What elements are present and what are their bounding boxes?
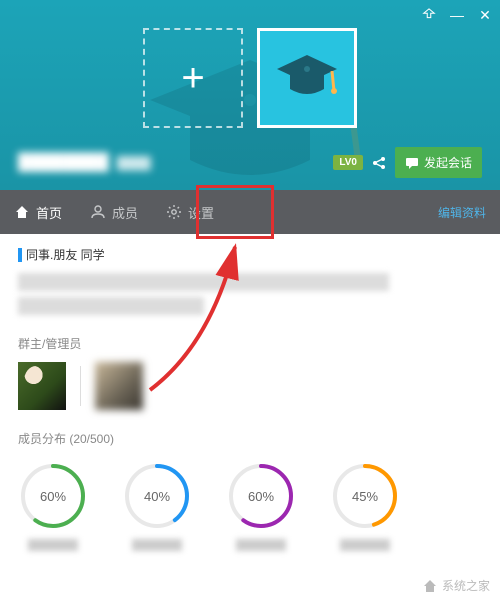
tab-members[interactable]: 成员 <box>90 190 138 234</box>
watermark-icon <box>422 578 438 594</box>
tab-members-label: 成员 <box>112 203 138 222</box>
watermark-text: 系统之家 <box>442 577 490 594</box>
dist-item-3: 60% <box>226 461 296 551</box>
progress-ring: 45% <box>330 461 400 531</box>
tag-accent-bar <box>18 248 22 262</box>
title-row: ████████ ████ LV0 发起会话 <box>18 147 482 178</box>
level-badge: LV0 <box>333 155 363 170</box>
distribution-section-title: 成员分布 (20/500) <box>18 430 482 447</box>
progress-ring: 60% <box>226 461 296 531</box>
distribution-row: 60% 40% 60% <box>18 461 482 551</box>
plus-icon: + <box>181 56 204 101</box>
tab-home[interactable]: 首页 <box>14 190 62 234</box>
dist-label <box>132 539 182 551</box>
edit-profile-link[interactable]: 编辑资料 <box>438 204 486 221</box>
close-button[interactable]: ✕ <box>478 8 492 22</box>
start-chat-label: 发起会话 <box>424 154 472 171</box>
content-area: 同事.朋友 同学 群主/管理员 成员分布 (20/500) 60% <box>0 234 500 563</box>
progress-ring: 40% <box>122 461 192 531</box>
window-controls: — ✕ <box>422 8 492 22</box>
dist-item-2: 40% <box>122 461 192 551</box>
group-subtitle: ████ <box>117 156 326 170</box>
admin-avatar[interactable] <box>95 362 143 410</box>
ring-percent: 40% <box>122 461 192 531</box>
blurred-text-line <box>18 273 389 291</box>
ring-percent: 60% <box>18 461 88 531</box>
group-avatar[interactable] <box>257 28 357 128</box>
minimize-button[interactable]: — <box>450 8 464 22</box>
progress-ring: 60% <box>18 461 88 531</box>
admins-section-title: 群主/管理员 <box>18 335 482 352</box>
nav-bar: 首页 成员 设置 编辑资料 <box>0 190 500 234</box>
tags-row: 同事.朋友 同学 <box>18 246 482 263</box>
dist-item-4: 45% <box>330 461 400 551</box>
pin-icon[interactable] <box>422 8 436 22</box>
ring-percent: 45% <box>330 461 400 531</box>
dist-label <box>236 539 286 551</box>
tab-settings-label: 设置 <box>188 203 214 222</box>
group-title: ████████ <box>18 154 109 172</box>
dist-label <box>340 539 390 551</box>
home-icon <box>14 204 30 220</box>
tab-settings[interactable]: 设置 <box>166 190 214 234</box>
tab-home-label: 首页 <box>36 203 62 222</box>
tags-text: 同事.朋友 同学 <box>26 246 105 263</box>
chat-icon <box>405 156 419 170</box>
avatar-row: + <box>143 28 357 128</box>
blurred-text-line <box>18 297 204 315</box>
start-chat-button[interactable]: 发起会话 <box>395 147 482 178</box>
dist-item-1: 60% <box>18 461 88 551</box>
graduation-cap-icon <box>272 43 342 113</box>
ring-percent: 60% <box>226 461 296 531</box>
add-avatar-button[interactable]: + <box>143 28 243 128</box>
dist-label <box>28 539 78 551</box>
share-icon[interactable] <box>371 155 387 171</box>
watermark: 系统之家 <box>422 577 490 594</box>
gear-icon <box>166 204 182 220</box>
divider <box>80 366 81 406</box>
admin-avatar[interactable] <box>18 362 66 410</box>
user-icon <box>90 204 106 220</box>
admins-row <box>18 362 482 410</box>
header-banner: — ✕ + ████████ ████ LV0 <box>0 0 500 190</box>
